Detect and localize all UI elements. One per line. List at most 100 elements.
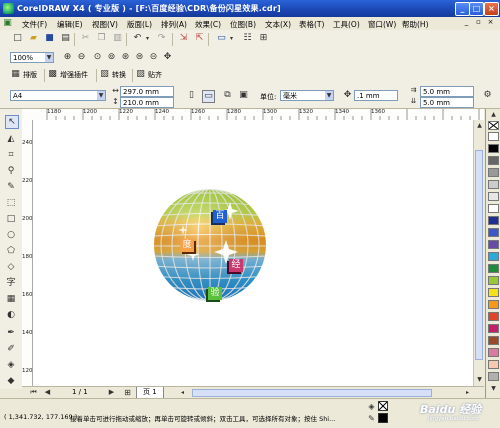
table-tool-icon[interactable]: ▦ [5, 293, 17, 305]
import-icon[interactable]: ⇲ [178, 33, 189, 44]
page-height-field[interactable]: 210.0 mm [120, 97, 174, 108]
scroll-right-icon[interactable]: ▸ [462, 387, 473, 398]
menu-view[interactable]: 视图(V) [92, 19, 118, 30]
scroll-down-icon[interactable]: ▼ [474, 374, 485, 385]
palette-swatch[interactable] [488, 300, 499, 309]
cut-icon[interactable]: ✂ [80, 33, 91, 44]
redo-icon[interactable]: ↷ [156, 33, 167, 44]
palette-swatch[interactable] [488, 324, 499, 333]
palette-swatch[interactable] [488, 132, 499, 141]
palette-swatch[interactable] [488, 288, 499, 297]
menu-table[interactable]: 表格(T) [299, 19, 324, 30]
palette-swatch[interactable] [488, 360, 499, 369]
vertical-scrollbar[interactable]: ▲ ▼ [473, 120, 485, 386]
pick-tool-icon[interactable]: ↖ [5, 115, 19, 129]
doc-minimize-button[interactable]: _ [462, 18, 471, 27]
paper-size-combo[interactable]: A4 ▼ [10, 90, 106, 101]
plugin-layout-button[interactable]: 排版 [23, 69, 37, 81]
print-icon[interactable]: ▤ [60, 33, 71, 44]
zoom-in-icon[interactable]: ⊕ [62, 52, 73, 63]
menu-effects[interactable]: 效果(C) [195, 19, 221, 30]
all-pages-icon[interactable]: ⧉ [222, 90, 233, 101]
palette-swatch[interactable] [488, 336, 499, 345]
interactive-fill-tool-icon[interactable]: ◆ [5, 375, 17, 387]
launcher-dropdown-icon[interactable]: ▾ [226, 33, 237, 44]
ellipse-tool-icon[interactable]: ○ [5, 229, 17, 241]
char-tile-yan[interactable]: 验 [208, 287, 222, 300]
scroll-left-icon[interactable]: ◂ [177, 387, 188, 398]
page-width-field[interactable]: 297.0 mm [120, 86, 174, 97]
new-document-icon[interactable]: □ [12, 33, 23, 44]
char-tile-bai[interactable]: 百 [213, 210, 227, 223]
polygon-tool-icon[interactable]: ⬠ [5, 245, 17, 257]
doc-restore-button[interactable]: ▫ [474, 18, 483, 27]
palette-scroll-up-icon[interactable]: ▲ [488, 109, 499, 120]
doc-close-button[interactable]: × [486, 18, 495, 27]
pan-icon[interactable]: ✥ [162, 52, 173, 63]
plugin-enhance-button[interactable]: 增强插件 [60, 69, 88, 81]
palette-swatch[interactable] [488, 156, 499, 165]
palette-scroll-down-icon[interactable]: ▼ [488, 383, 499, 394]
duplicate-y-field[interactable]: 5.0 mm [420, 97, 474, 108]
open-folder-icon[interactable]: ▰ [28, 33, 39, 44]
save-icon[interactable]: ■ [44, 33, 55, 44]
landscape-icon[interactable]: ▭ [202, 90, 215, 103]
palette-swatch[interactable] [488, 276, 499, 285]
close-button[interactable]: × [484, 2, 499, 16]
vertical-ruler[interactable]: 240 220 200 180 160 140 120 [22, 120, 33, 386]
previous-page-icon[interactable]: ◀ [42, 387, 53, 398]
menu-tools[interactable]: 工具(O) [333, 19, 360, 30]
palette-swatch[interactable] [488, 252, 499, 261]
menu-edit[interactable]: 编辑(E) [57, 19, 83, 30]
zoom-level-combo[interactable]: 100% ▼ [10, 52, 54, 63]
add-page-icon[interactable]: ⊞ [122, 387, 133, 398]
palette-swatch[interactable] [488, 216, 499, 225]
plugin-convert-button[interactable]: 转换 [112, 69, 126, 81]
document-icon[interactable]: ▣ [2, 18, 13, 29]
menu-text[interactable]: 文本(X) [265, 19, 291, 30]
palette-swatch[interactable] [488, 372, 499, 381]
horizontal-scroll-thumb[interactable] [192, 389, 432, 397]
fill-swatch[interactable] [378, 401, 388, 411]
first-page-icon[interactable]: ⏮ [28, 387, 39, 398]
outline-tool-icon[interactable]: ✐ [5, 343, 17, 355]
options-icon[interactable]: ⚙ [482, 90, 493, 101]
zoom-all-objects-icon[interactable]: ⊚ [106, 52, 117, 63]
smart-fill-tool-icon[interactable]: ⬚ [5, 197, 17, 209]
paste-icon[interactable]: ▥ [112, 33, 123, 44]
crop-tool-icon[interactable]: ⌗ [5, 149, 17, 161]
current-page-icon[interactable]: ▣ [238, 90, 249, 101]
maximize-button[interactable]: □ [469, 2, 484, 16]
palette-swatch[interactable] [488, 192, 499, 201]
palette-swatch[interactable] [488, 264, 499, 273]
menu-layout[interactable]: 版面(L) [127, 19, 152, 30]
unit-combo[interactable]: 毫米 ▼ [280, 90, 334, 101]
zoom-page-height-icon[interactable]: ⊝ [148, 52, 159, 63]
menu-arrange[interactable]: 排列(A) [161, 19, 187, 30]
outline-swatch[interactable] [378, 413, 388, 423]
menu-file[interactable]: 文件(F) [22, 19, 47, 30]
palette-swatch[interactable] [488, 348, 499, 357]
rectangle-tool-icon[interactable]: □ [5, 213, 17, 225]
undo-dropdown-icon[interactable]: ▾ [142, 33, 153, 44]
nudge-distance-field[interactable]: .1 mm [354, 90, 398, 101]
palette-no-fill-swatch[interactable] [488, 121, 499, 130]
text-tool-icon[interactable]: 字 [5, 277, 17, 289]
palette-swatch[interactable] [488, 228, 499, 237]
basic-shapes-tool-icon[interactable]: ◇ [5, 261, 17, 273]
export-icon[interactable]: ⇱ [194, 33, 205, 44]
corel-online-icon[interactable]: ⊞ [258, 33, 269, 44]
palette-swatch[interactable] [488, 180, 499, 189]
eyedropper-tool-icon[interactable]: ✒ [5, 327, 17, 339]
palette-swatch[interactable] [488, 144, 499, 153]
plugin-snap-button[interactable]: 贴齐 [148, 69, 162, 81]
char-tile-du[interactable]: 度 [180, 239, 194, 252]
welcome-screen-icon[interactable]: ☷ [242, 33, 253, 44]
palette-swatch[interactable] [488, 240, 499, 249]
palette-swatch[interactable] [488, 312, 499, 321]
zoom-selected-icon[interactable]: ⊙ [92, 52, 103, 63]
portrait-icon[interactable]: ▯ [186, 90, 197, 101]
shape-tool-icon[interactable]: ◭ [5, 133, 17, 145]
palette-swatch[interactable] [488, 168, 499, 177]
fill-tool-icon[interactable]: ◈ [5, 359, 17, 371]
